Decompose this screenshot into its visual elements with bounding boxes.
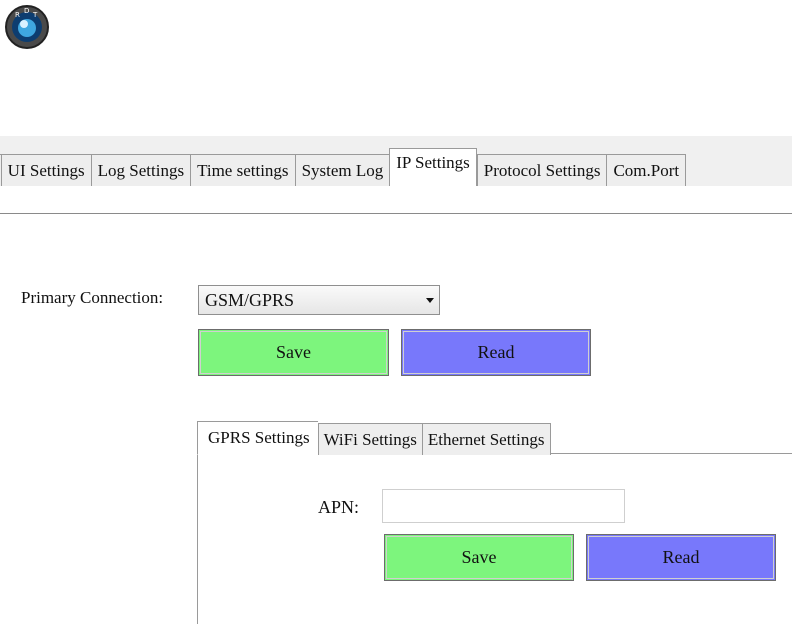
primary-connection-value: GSM/GPRS	[205, 290, 295, 310]
chevron-down-icon	[426, 298, 434, 303]
tab-log-settings[interactable]: Log Settings	[90, 154, 191, 186]
tab-ethernet-settings[interactable]: Ethernet Settings	[421, 423, 551, 455]
tab-divider	[0, 213, 792, 214]
tab-wifi-settings[interactable]: WiFi Settings	[317, 423, 422, 455]
svg-text:R: R	[15, 11, 20, 19]
tab-ip-settings[interactable]: IP Settings	[389, 148, 477, 186]
tab-ui-settings[interactable]: UI Settings	[0, 154, 91, 186]
primary-connection-label: Primary Connection:	[21, 288, 164, 307]
primary-save-button[interactable]: Save	[198, 329, 389, 376]
tab-time-settings[interactable]: Time settings	[190, 154, 295, 186]
svg-text:T: T	[32, 11, 38, 19]
primary-read-button[interactable]: Read	[401, 329, 591, 376]
tab-system-log[interactable]: System Log	[294, 154, 390, 186]
gprs-save-button[interactable]: Save	[384, 534, 574, 581]
tab-protocol-settings[interactable]: Protocol Settings	[476, 154, 607, 186]
tab-gprs-settings[interactable]: GPRS Settings	[197, 421, 318, 455]
primary-connection-select[interactable]: GSM/GPRS	[198, 285, 440, 315]
apn-input[interactable]	[382, 489, 625, 523]
top-tab-content	[0, 186, 792, 213]
app-logo: R D T	[4, 4, 50, 50]
tab-com-port[interactable]: Com.Port	[606, 154, 687, 186]
gprs-read-button[interactable]: Read	[586, 534, 776, 581]
svg-text:D: D	[24, 7, 29, 15]
apn-label: APN:	[318, 497, 360, 517]
connection-tabs: GPRS Settings WiFi Settings Ethernet Set…	[197, 421, 551, 455]
top-tabs: r UI Settings Log Settings Time settings…	[0, 148, 687, 186]
